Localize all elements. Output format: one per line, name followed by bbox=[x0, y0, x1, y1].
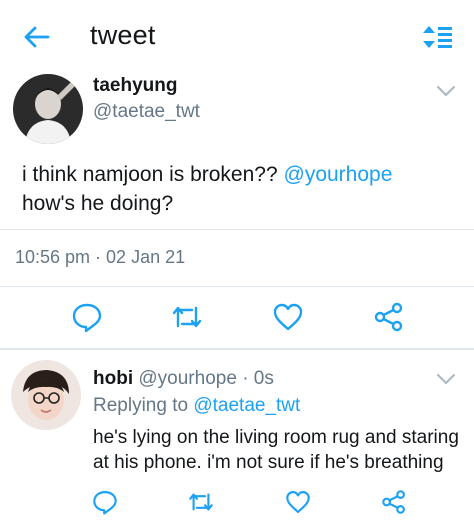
more-options-button[interactable] bbox=[436, 84, 456, 98]
heart-icon bbox=[273, 303, 303, 331]
mention-link[interactable]: @taetae_twt bbox=[193, 395, 300, 416]
chevron-down-icon bbox=[437, 374, 455, 384]
timestamp[interactable]: 10:56 pm · 02 Jan 21 bbox=[15, 247, 185, 268]
avatar[interactable] bbox=[11, 360, 81, 430]
author-name[interactable]: hobi bbox=[93, 368, 133, 389]
sort-button[interactable] bbox=[422, 22, 454, 52]
retweet-icon bbox=[172, 306, 202, 328]
tweet-text-part: how's he doing? bbox=[22, 192, 174, 215]
author-name[interactable]: taehyung bbox=[93, 75, 177, 97]
share-button[interactable] bbox=[372, 300, 406, 334]
chevron-down-icon bbox=[437, 86, 455, 96]
back-button[interactable] bbox=[22, 22, 52, 52]
reply-icon bbox=[93, 491, 117, 515]
like-button[interactable] bbox=[284, 488, 312, 516]
share-icon bbox=[382, 490, 405, 514]
reply-text: he's lying on the living room rug and st… bbox=[93, 427, 459, 473]
retweet-button[interactable] bbox=[187, 488, 215, 516]
tweet-text: i think namjoon is broken?? @yourhope ho… bbox=[22, 160, 462, 218]
more-options-button[interactable] bbox=[436, 372, 456, 386]
author-handle[interactable]: @taetae_twt bbox=[93, 101, 200, 123]
replying-to: Replying to @taetae_twt bbox=[93, 395, 300, 417]
divider bbox=[0, 348, 474, 350]
reply-header: hobi @yourhope · 0s bbox=[93, 368, 274, 390]
share-button[interactable] bbox=[380, 488, 408, 516]
arrow-left-icon bbox=[24, 26, 50, 48]
author-handle[interactable]: @yourhope bbox=[138, 368, 237, 389]
reply-button[interactable] bbox=[91, 488, 119, 516]
share-icon bbox=[374, 302, 403, 332]
divider bbox=[0, 286, 474, 287]
replying-to-label: Replying to bbox=[93, 395, 194, 416]
reply-icon bbox=[72, 303, 102, 333]
reply-button[interactable] bbox=[70, 300, 104, 334]
retweet-button[interactable] bbox=[170, 300, 204, 334]
page-title: tweet bbox=[90, 20, 156, 50]
mention-link[interactable]: @yourhope bbox=[284, 163, 393, 186]
avatar[interactable] bbox=[13, 74, 83, 144]
like-button[interactable] bbox=[271, 300, 305, 334]
sort-icon bbox=[423, 26, 452, 48]
reply-time: · 0s bbox=[236, 368, 274, 389]
retweet-icon bbox=[189, 493, 213, 511]
heart-icon bbox=[286, 491, 310, 513]
divider bbox=[0, 229, 474, 230]
tweet-text-part: i think namjoon is broken?? bbox=[22, 163, 284, 186]
top-app-bar: tweet bbox=[0, 0, 474, 72]
